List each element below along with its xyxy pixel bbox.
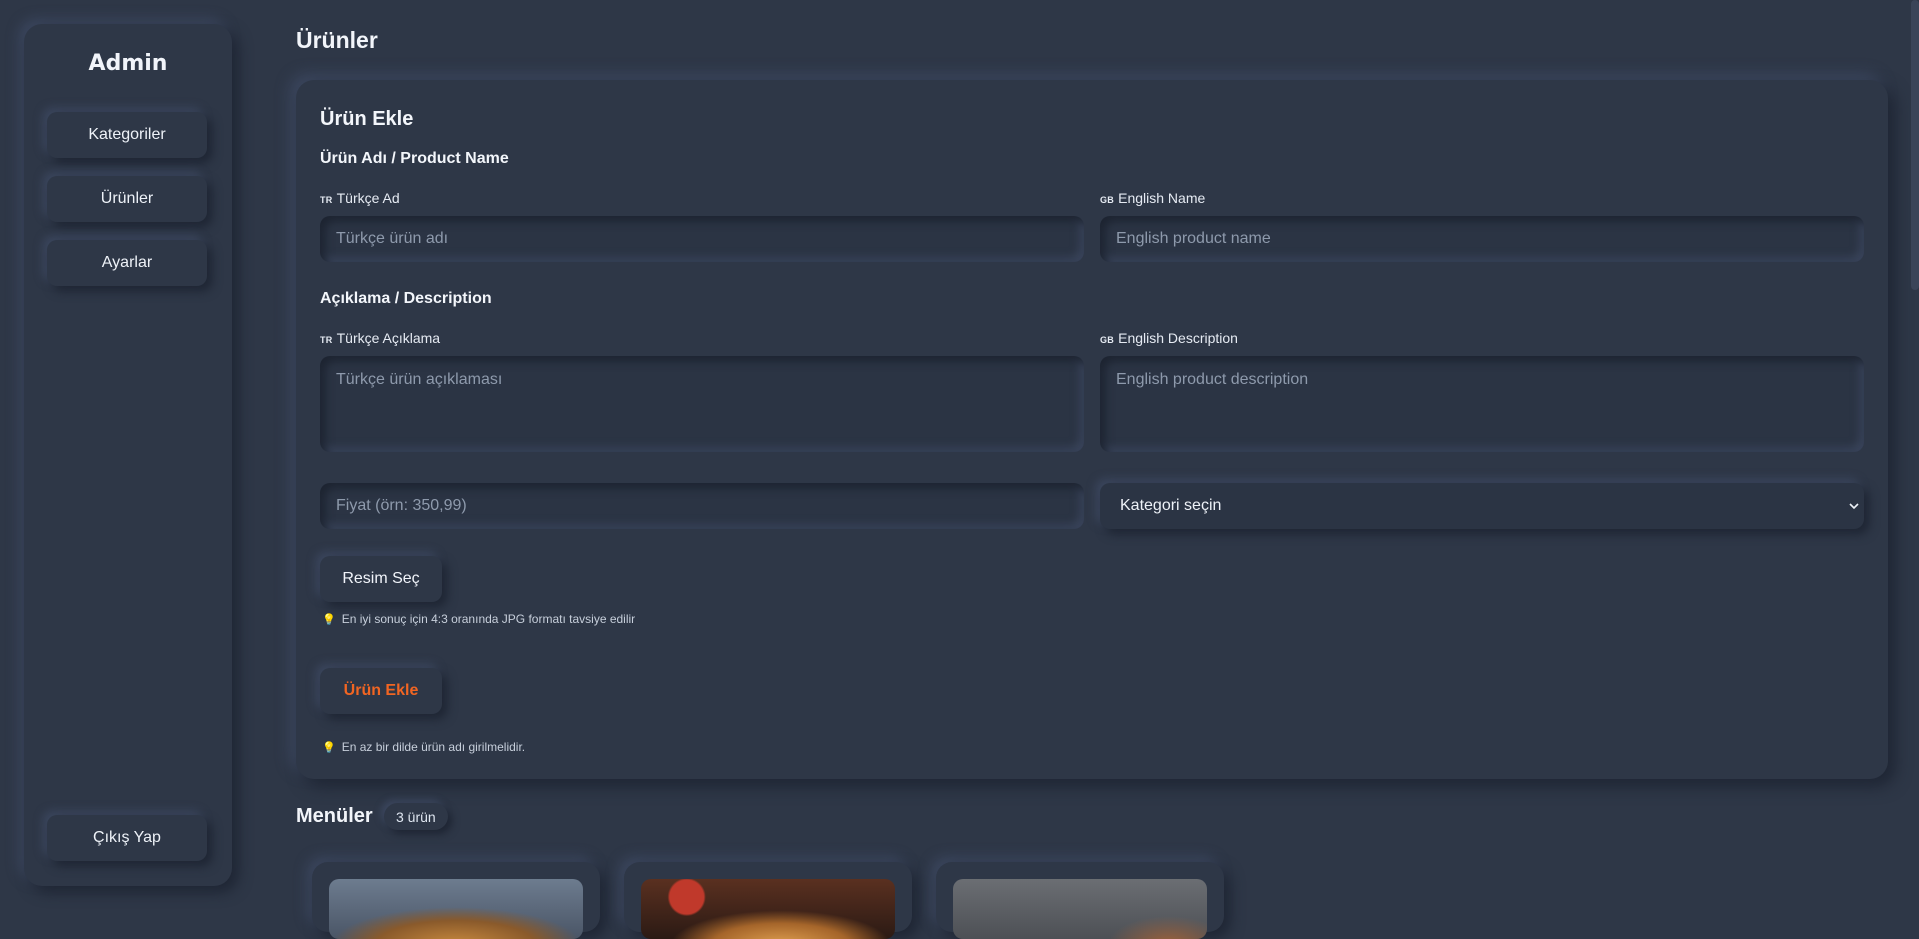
lightbulb-icon: 💡 (322, 613, 336, 626)
product-image (953, 879, 1207, 939)
sidebar-brand: Admin (88, 51, 168, 76)
image-hint-text: En iyi sonuç için 4:3 oranında JPG forma… (341, 612, 636, 626)
desc-en-label-text: English Description (1118, 330, 1238, 346)
price-input[interactable]: Fiyat (örn: 350,99) (320, 483, 1084, 529)
category-select[interactable]: Kategori seçin (1100, 483, 1864, 529)
page-title: Ürünler (296, 27, 378, 53)
price-placeholder: Fiyat (örn: 350,99) (336, 497, 467, 514)
gb-flag-icon: GB (1100, 195, 1115, 205)
name-tr-label: TR Türkçe Ad (320, 190, 400, 206)
tr-flag-icon: TR (320, 195, 333, 205)
product-card[interactable] (624, 862, 912, 939)
add-product-button[interactable]: Ürün Ekle (320, 668, 442, 714)
logout-button[interactable]: Çıkış Yap (47, 815, 207, 861)
desc-tr-label-text: Türkçe Açıklama (336, 330, 441, 346)
image-hint: 💡 En iyi sonuç için 4:3 oranında JPG for… (322, 612, 635, 626)
product-card[interactable] (936, 862, 1224, 939)
product-image (641, 879, 895, 939)
product-count-badge: 3 ürün (384, 803, 448, 830)
lightbulb-icon: 💡 (322, 741, 336, 754)
category-selected-value: Kategori seçin (1120, 497, 1222, 514)
tr-flag-icon: TR (320, 335, 333, 345)
gb-flag-icon: GB (1100, 335, 1115, 345)
desc-tr-label: TR Türkçe Açıklama (320, 330, 440, 346)
form-title: Ürün Ekle (320, 108, 414, 130)
sidebar-item-ayarlar[interactable]: Ayarlar (47, 240, 207, 286)
sidebar-item-urunler[interactable]: Ürünler (47, 176, 207, 222)
sidebar-item-kategoriler[interactable]: Kategoriler (47, 112, 207, 158)
desc-tr-placeholder: Türkçe ürün açıklaması (336, 371, 503, 388)
desc-tr-textarea[interactable]: Türkçe ürün açıklaması (320, 356, 1084, 452)
product-card[interactable] (312, 862, 600, 939)
choose-image-button[interactable]: Resim Seç (320, 556, 442, 602)
add-product-card: Ürün Ekle Ürün Adı / Product Name TR Tür… (296, 80, 1888, 779)
description-section-title: Açıklama / Description (320, 290, 492, 307)
page-scrollbar[interactable] (1911, 0, 1919, 290)
menu-section-title: Menüler (296, 805, 373, 827)
name-en-label-text: English Name (1118, 190, 1206, 206)
desc-en-label: GB English Description (1100, 330, 1238, 346)
name-en-label: GB English Name (1100, 190, 1205, 206)
submit-hint: 💡 En az bir dilde ürün adı girilmelidir. (322, 740, 525, 754)
submit-hint-text: En az bir dilde ürün adı girilmelidir. (341, 740, 526, 754)
product-image (329, 879, 583, 939)
name-en-placeholder: English product name (1116, 230, 1271, 247)
name-tr-label-text: Türkçe Ad (336, 190, 400, 206)
name-tr-input[interactable]: Türkçe ürün adı (320, 216, 1084, 262)
name-section-title: Ürün Adı / Product Name (320, 150, 509, 167)
desc-en-placeholder: English product description (1116, 371, 1309, 388)
name-en-input[interactable]: English product name (1100, 216, 1864, 262)
name-tr-placeholder: Türkçe ürün adı (336, 230, 449, 247)
desc-en-textarea[interactable]: English product description (1100, 356, 1864, 452)
sidebar: Admin Kategoriler Ürünler Ayarlar Çıkış … (24, 24, 232, 886)
chevron-down-icon (1849, 503, 1859, 510)
